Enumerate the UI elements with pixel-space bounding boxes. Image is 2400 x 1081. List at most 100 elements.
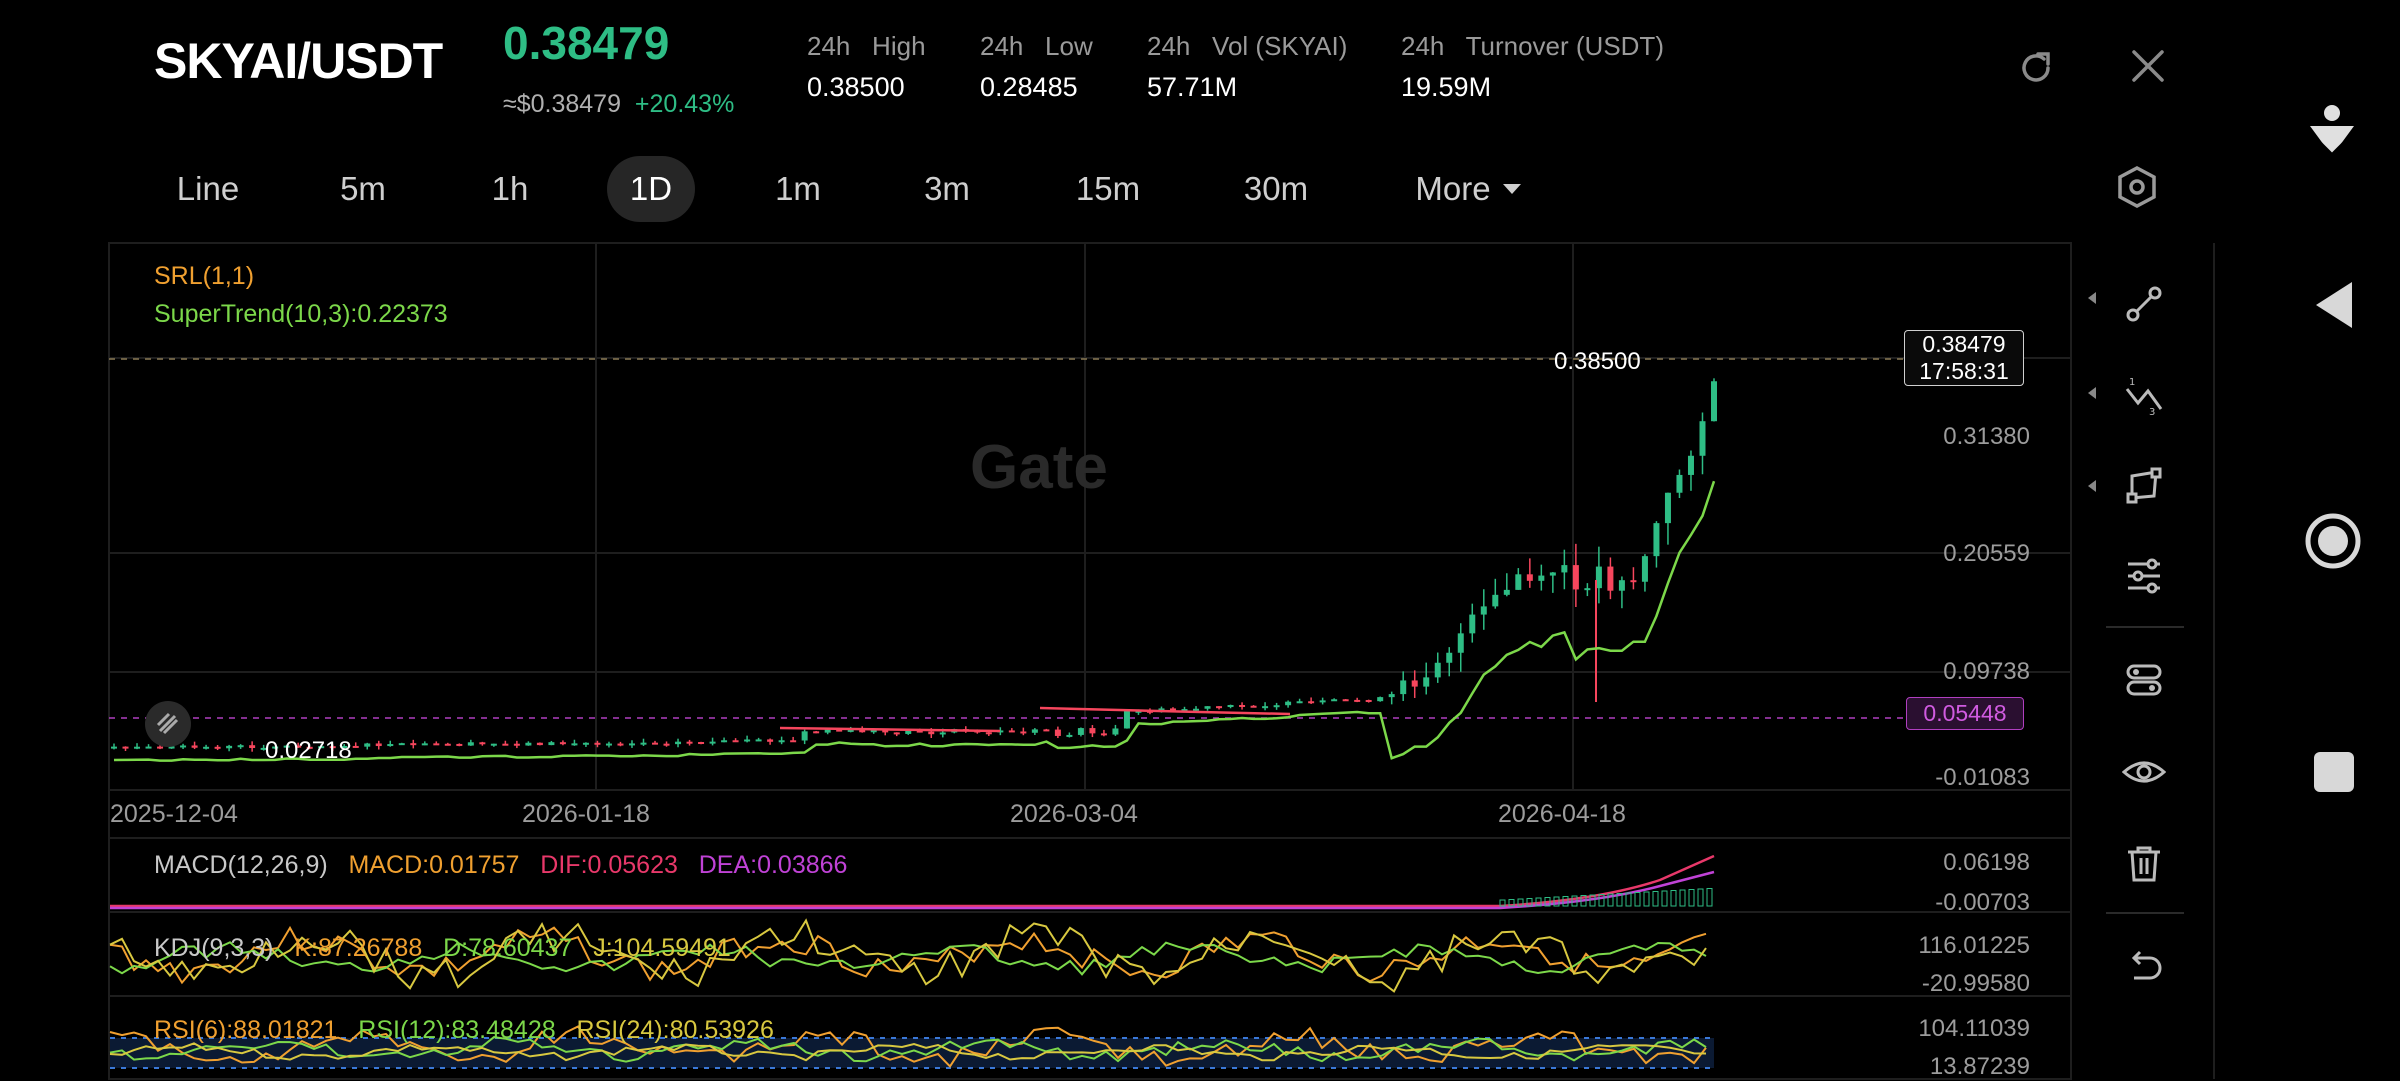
- candle-body: [1480, 606, 1487, 615]
- candle-body: [398, 743, 405, 746]
- trendline-tool-icon[interactable]: [2114, 274, 2174, 334]
- toolbar-divider: [2106, 626, 2184, 628]
- candle-body: [1641, 556, 1648, 582]
- macd-histogram-bar: [1688, 889, 1695, 907]
- candle-body: [652, 742, 659, 745]
- candle-body: [1112, 728, 1119, 735]
- macd-value: MACD:0.01757: [348, 851, 520, 879]
- candle-body: [122, 746, 129, 749]
- accessibility-icon[interactable]: [2306, 104, 2358, 160]
- price-axis-label: 0.31380: [1943, 423, 2030, 450]
- candle-body: [1503, 589, 1510, 595]
- macd-histogram-bar: [1679, 889, 1686, 907]
- candle-body: [1630, 580, 1637, 583]
- candle-body: [939, 732, 946, 735]
- trash-icon[interactable]: [2114, 834, 2174, 894]
- shape-tool-icon[interactable]: [2114, 456, 2174, 516]
- svg-text:3: 3: [2149, 407, 2155, 415]
- candle-body: [1239, 704, 1246, 707]
- candle-body: [1515, 574, 1522, 590]
- undo-icon[interactable]: [2114, 938, 2174, 998]
- candle-body: [1342, 699, 1349, 702]
- candle-body: [1653, 523, 1660, 557]
- chart-canvas[interactable]: [0, 0, 2400, 1080]
- candle-body: [1331, 699, 1338, 702]
- candle-body: [237, 745, 244, 748]
- expand-arrow-icon[interactable]: [2084, 385, 2100, 401]
- candle-body: [375, 743, 382, 747]
- high-price-marker: 0.38500: [1554, 348, 1641, 375]
- candle-body: [571, 743, 578, 746]
- rsi-panel-title[interactable]: RSI(6):88.01821 RSI(12):83.48428 RSI(24)…: [154, 1016, 774, 1045]
- supertrend-indicator-label[interactable]: SuperTrend(10,3):0.22373: [154, 300, 448, 329]
- candle-body: [709, 741, 716, 744]
- candle-body: [1538, 575, 1545, 581]
- candle-body: [1526, 574, 1533, 581]
- kdj-d: D:78.60437: [443, 934, 573, 962]
- candle-body: [801, 731, 808, 741]
- candle-body: [467, 742, 474, 746]
- fibonacci-tool-icon[interactable]: 13: [2114, 365, 2174, 425]
- kdj-axis-max: 116.01225: [1918, 932, 2030, 959]
- home-icon[interactable]: [2304, 512, 2362, 570]
- candle-body: [1308, 701, 1315, 704]
- candle-body: [1711, 381, 1717, 422]
- macd-histogram-bar: [1625, 892, 1632, 907]
- candle-body: [490, 743, 497, 746]
- candle-body: [721, 740, 728, 743]
- candle-body: [1204, 706, 1211, 709]
- layout-settings-icon[interactable]: [2114, 650, 2174, 710]
- macd-dif: DIF:0.05623: [540, 851, 678, 879]
- kdj-panel-title[interactable]: KDJ(9,3,3) K:87.26788 D:78.60437 J:104.5…: [154, 934, 731, 963]
- candle-body: [1262, 706, 1269, 709]
- candle-body: [1492, 594, 1499, 607]
- expand-arrow-icon[interactable]: [2084, 290, 2100, 306]
- macd-histogram-bar: [1634, 892, 1641, 907]
- candle-body: [364, 743, 371, 747]
- candle-body: [1618, 580, 1625, 591]
- candle-body: [698, 742, 705, 745]
- macd-histogram-bar: [1706, 888, 1713, 907]
- candle-body: [893, 732, 900, 735]
- candle-body: [444, 743, 451, 746]
- kdj-title: KDJ(9,3,3): [154, 934, 274, 962]
- srl-indicator-label[interactable]: SRL(1,1): [154, 262, 254, 291]
- recents-icon[interactable]: [2314, 752, 2354, 792]
- candle-body: [1031, 729, 1038, 733]
- rsi12: RSI(12):83.48428: [358, 1016, 556, 1044]
- candle-body: [180, 745, 187, 748]
- macd-panel-title[interactable]: MACD(12,26,9) MACD:0.01757 DIF:0.05623 D…: [154, 851, 847, 880]
- candle-body: [1020, 731, 1027, 734]
- macd-title: MACD(12,26,9): [154, 851, 328, 879]
- candle-body: [1123, 710, 1130, 729]
- expand-arrow-icon[interactable]: [2084, 478, 2100, 494]
- candle-body: [226, 745, 233, 749]
- macd-histogram-bar: [1670, 890, 1677, 907]
- candle-body: [525, 742, 532, 746]
- candle-body: [111, 746, 117, 749]
- last-price-tag: 0.38479 17:58:31: [1904, 330, 2024, 386]
- back-icon[interactable]: [2312, 280, 2356, 330]
- candle-body: [249, 745, 256, 748]
- candle-body: [157, 746, 164, 749]
- candle-body: [1089, 728, 1096, 734]
- candle-body: [1584, 588, 1591, 591]
- eye-icon[interactable]: [2114, 742, 2174, 802]
- indicator-settings-icon[interactable]: [2114, 546, 2174, 606]
- candle-body: [203, 746, 210, 749]
- candle-body: [214, 746, 221, 749]
- svg-text:1: 1: [2129, 377, 2135, 388]
- macd-axis-min: -0.00703: [1935, 889, 2030, 916]
- candle-body: [1100, 733, 1107, 736]
- candle-body: [1434, 662, 1441, 678]
- candle-body: [628, 743, 635, 746]
- candle-body: [663, 743, 670, 746]
- candle-body: [1227, 704, 1234, 708]
- candle-body: [559, 742, 566, 745]
- candle-body: [1664, 492, 1671, 524]
- chart-tool-icon[interactable]: [145, 701, 191, 747]
- candle-body: [1216, 706, 1223, 709]
- kdj-axis-min: -20.99580: [1921, 970, 2030, 997]
- last-price-tag-value: 0.38479: [1922, 331, 2006, 357]
- candle-body: [1354, 699, 1361, 702]
